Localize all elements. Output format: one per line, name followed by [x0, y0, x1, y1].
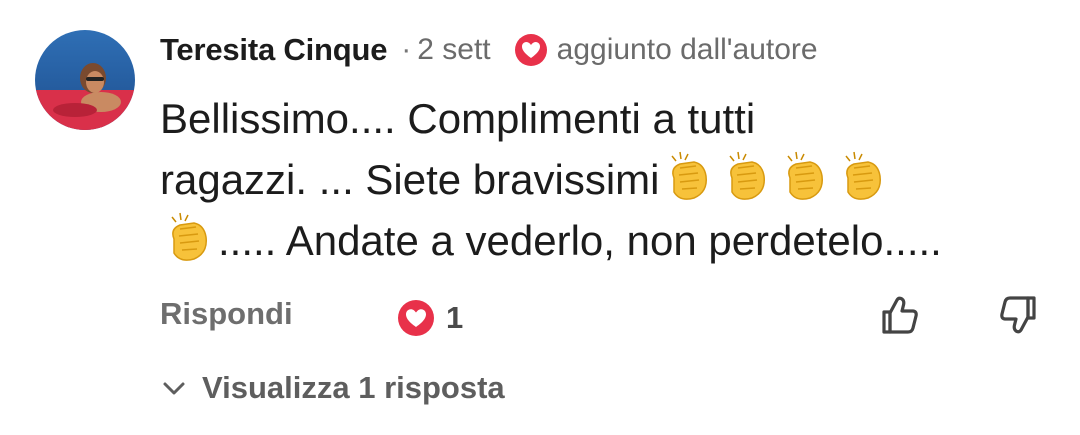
clapping-hands-icon: [171, 212, 207, 261]
thumbs-up-icon[interactable]: [876, 292, 922, 338]
likes-indicator[interactable]: 1: [396, 298, 463, 338]
author-name[interactable]: Teresita Cinque: [160, 32, 387, 68]
author-badge-label: aggiunto dall'autore: [556, 33, 818, 66]
comment-header: Teresita Cinque · 2 sett aggiunto dall'a…: [160, 28, 818, 72]
clapping-hands-icon: [728, 151, 765, 200]
clapping-hands-icon: [670, 151, 707, 200]
likes-count: 1: [446, 300, 464, 335]
avatar-image: [35, 30, 135, 130]
clapping-hands-icon: [786, 151, 823, 200]
reply-button[interactable]: Rispondi: [160, 296, 293, 332]
avatar[interactable]: [35, 30, 135, 130]
view-replies-label: Visualizza 1 risposta: [202, 370, 505, 405]
comment-line-2-text: ragazzi. ... Siete bravissimi: [160, 156, 660, 203]
heart-badge-icon: [514, 34, 547, 66]
heart-icon: [398, 300, 434, 336]
view-replies-button[interactable]: Visualizza 1 risposta: [160, 370, 505, 406]
author-liked-badge: aggiunto dall'autore: [513, 32, 818, 68]
timestamp[interactable]: 2 sett: [417, 33, 490, 67]
comment-line-3: ..... Andate a vederlo, non perdetelo...…: [160, 209, 1040, 270]
comment-line-2: ragazzi. ... Siete bravissimi: [160, 148, 1040, 209]
clapping-hands-icon: [844, 151, 881, 200]
chevron-down-icon: [163, 382, 185, 395]
thumbs-down-icon[interactable]: [996, 292, 1042, 338]
comment-text: Bellissimo.... Complimenti a tutti ragaz…: [160, 90, 1040, 270]
comment-actions: Rispondi 1: [160, 292, 1040, 342]
comment-line-1: Bellissimo.... Complimenti a tutti: [160, 95, 756, 142]
separator-dot: ·: [401, 33, 412, 66]
comment-line-3-text: ..... Andate a vederlo, non perdetelo...…: [218, 217, 942, 264]
